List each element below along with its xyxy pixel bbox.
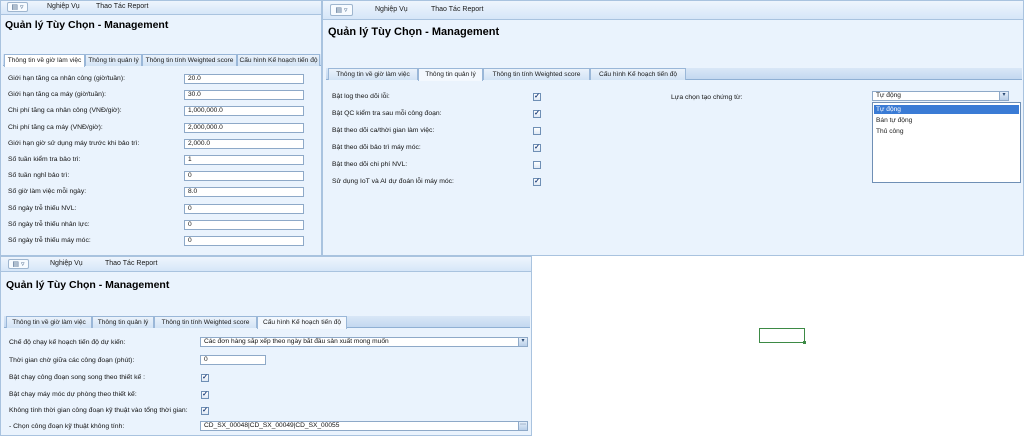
- field-input[interactable]: 2,000,000.0: [184, 122, 304, 133]
- menu-thao-tac-report[interactable]: Thao Tác Report: [431, 6, 483, 13]
- tab-management-info[interactable]: Thông tin quản lý: [85, 54, 142, 66]
- tab-working-hours[interactable]: Thông tin về giờ làm việc: [4, 54, 85, 67]
- field-label: Số ngày trễ thiếu nhân lực:: [8, 220, 90, 228]
- checkbox[interactable]: ✓: [533, 93, 541, 101]
- voucher-option[interactable]: Tự động: [874, 105, 1019, 114]
- schedule-mode-select[interactable]: Các đơn hàng sắp xếp theo ngày bắt đầu s…: [200, 337, 528, 347]
- check-label: Bật chạy công đoạn song song theo thiết …: [9, 374, 146, 381]
- tab-schedule-config[interactable]: Cấu hình Kế hoạch tiến độ: [257, 316, 347, 329]
- check-label: Bật log theo dõi lỗi:: [332, 93, 390, 100]
- checkbox[interactable]: [533, 127, 541, 135]
- voucher-option[interactable]: Thủ công: [874, 127, 1019, 136]
- tab-schedule-config[interactable]: Cấu hình Kế hoạch tiến độ: [590, 68, 686, 80]
- field-label: Số giờ làm việc mỗi ngày:: [8, 188, 87, 196]
- field-label: Số ngày trễ thiếu NVL:: [8, 204, 77, 212]
- schedule-mode-value: Các đơn hàng sắp xếp theo ngày bắt đầu s…: [204, 338, 389, 345]
- schedule-mode-label: Chế độ chạy kế hoạch tiến độ dự kiến:: [9, 339, 126, 346]
- app-menu-button[interactable]: ▤ ▿: [8, 259, 29, 269]
- field-input[interactable]: 2,000.0: [184, 138, 304, 149]
- check-label: Không tính thời gian công đoạn kỹ thuật …: [9, 407, 188, 414]
- checkbox[interactable]: ✓: [201, 407, 209, 415]
- fill-handle[interactable]: [803, 341, 806, 344]
- chevron-down-icon: ▿: [21, 261, 25, 268]
- tab-working-hours[interactable]: Thông tin về giờ làm việc: [6, 316, 92, 328]
- menu-nghiep-vu[interactable]: Nghiệp Vụ: [50, 260, 83, 267]
- page-title: Quản lý Tùy Chọn - Management: [328, 26, 500, 38]
- check-label: Bật theo dõi bảo trì máy móc:: [332, 144, 421, 151]
- selected-cell[interactable]: [759, 328, 806, 344]
- wait-time-label: Thời gian chờ giữa các công đoạn (phút):: [9, 357, 135, 364]
- field-input[interactable]: 1,000,000.0: [184, 106, 304, 117]
- field-label: Chi phí tăng ca nhân công (VNĐ/giờ):: [8, 107, 122, 115]
- check-label: Bật QC kiểm tra sau mỗi công đoạn:: [332, 110, 442, 117]
- tab-weighted-score[interactable]: Thông tin tính Weighted score: [154, 316, 257, 328]
- tab-weighted-score[interactable]: Thông tin tính Weighted score: [483, 68, 590, 80]
- checkbox[interactable]: ✓: [533, 110, 541, 118]
- field-input[interactable]: 0: [184, 236, 304, 246]
- dropdown-arrow-icon[interactable]: ▾: [518, 338, 527, 346]
- checkbox[interactable]: [533, 161, 541, 169]
- menu-bar: ▤ ▿ Nghiệp Vụ Thao Tác Report: [1, 257, 531, 272]
- chevron-down-icon: ▿: [344, 7, 348, 14]
- panel-working-hours: ▤ ▿ Nghiệp Vụ Thao Tác Report Quản lý Tùy…: [0, 0, 322, 256]
- page-title: Quản lý Tùy Chọn - Management: [5, 19, 169, 31]
- checkbox[interactable]: ✓: [201, 390, 209, 399]
- tab-strip: Thông tin về giờ làm việc Thông tin quản…: [326, 68, 1022, 81]
- menu-nghiep-vu[interactable]: Nghiệp Vụ: [375, 6, 408, 13]
- field-input[interactable]: 30.0: [184, 90, 304, 101]
- field-input[interactable]: 20.0: [184, 74, 304, 84]
- menu-bar: ▤ ▿ Nghiệp Vụ Thao Tác Report: [323, 1, 1023, 20]
- voucher-option[interactable]: Bán tự động: [874, 116, 1019, 125]
- check-label: Bật theo dõi chi phí NVL:: [332, 161, 408, 168]
- field-input[interactable]: 8.0: [184, 187, 304, 198]
- check-label: Sử dụng IoT và AI dự đoán lỗi máy móc:: [332, 178, 454, 185]
- field-input[interactable]: 0: [184, 203, 304, 214]
- tab-working-hours[interactable]: Thông tin về giờ làm việc: [328, 68, 418, 80]
- tab-management-info[interactable]: Thông tin quản lý: [92, 316, 154, 328]
- wait-time-input[interactable]: 0: [200, 355, 266, 365]
- field-input[interactable]: 1: [184, 155, 304, 165]
- panel-management-info: ▤ ▿ Nghiệp Vụ Thao Tác Report Quản lý Tùy…: [322, 0, 1024, 256]
- field-label: Giới hạn tăng ca máy (giờ/tuần):: [8, 91, 107, 99]
- tab-weighted-score[interactable]: Thông tin tính Weighted score: [142, 54, 237, 66]
- menu-bar: ▤ ▿ Nghiệp Vụ Thao Tác Report: [1, 1, 321, 15]
- tab-strip: Thông tin về giờ làm việc Thông tin quản…: [4, 316, 530, 329]
- page-title: Quản lý Tùy Chọn - Management: [6, 279, 170, 291]
- tech-steps-select[interactable]: CD_SX_00048|CD_SX_00049|CD_SX_00055 ⋯: [200, 421, 528, 431]
- check-label: Bật theo dõi ca/thời gian làm việc:: [332, 127, 435, 134]
- field-label: Chi phí tăng ca máy (VNĐ/giờ):: [8, 123, 103, 131]
- menu-thao-tac-report[interactable]: Thao Tác Report: [96, 3, 148, 10]
- ellipsis-icon[interactable]: ⋯: [518, 422, 527, 430]
- voucher-creation-select[interactable]: Tự động ▾: [872, 91, 1009, 101]
- tech-steps-label: - Chọn công đoạn kỹ thuật không tính:: [9, 423, 125, 430]
- tab-management-info[interactable]: Thông tin quản lý: [418, 68, 483, 81]
- app-menu-icon: ▤: [11, 4, 19, 11]
- app-menu-button[interactable]: ▤ ▿: [7, 2, 28, 12]
- menu-thao-tac-report[interactable]: Thao Tác Report: [105, 260, 157, 267]
- tab-schedule-config[interactable]: Cấu hình Kế hoạch tiến độ: [237, 54, 320, 66]
- voucher-creation-label: Lựa chọn tạo chứng từ:: [671, 94, 743, 101]
- voucher-creation-value: Tự động: [876, 92, 901, 99]
- tech-steps-value: CD_SX_00048|CD_SX_00049|CD_SX_00055: [204, 422, 340, 429]
- tab-strip: Thông tin về giờ làm việc Thông tin quản…: [3, 54, 321, 67]
- field-label: Số tuần kiểm tra bảo trì:: [8, 156, 81, 163]
- checkbox[interactable]: ✓: [201, 374, 209, 382]
- check-label: Bật chạy máy móc dự phòng theo thiết kế:: [9, 390, 137, 398]
- field-label: Giới hạn tăng ca nhân công (giờ/tuần):: [8, 75, 125, 82]
- field-input[interactable]: 0: [184, 171, 304, 182]
- menu-nghiep-vu[interactable]: Nghiệp Vụ: [47, 3, 80, 10]
- chevron-down-icon: ▿: [20, 4, 24, 11]
- app-menu-button[interactable]: ▤ ▿: [330, 4, 353, 16]
- app-menu-icon: ▤: [12, 261, 20, 268]
- checkbox[interactable]: ✓: [533, 144, 541, 152]
- checkbox[interactable]: ✓: [533, 178, 541, 186]
- field-label: Số tuần nghỉ bảo trì:: [8, 172, 70, 180]
- field-label: Giới hạn giờ sử dụng máy trước khi bảo t…: [8, 139, 140, 147]
- dropdown-arrow-icon[interactable]: ▾: [999, 92, 1008, 100]
- voucher-options-list: Tự động Bán tự động Thủ công: [872, 102, 1021, 183]
- panel-schedule-config: ▤ ▿ Nghiệp Vụ Thao Tác Report Quản lý Tùy…: [0, 256, 532, 436]
- app-menu-icon: ▤: [335, 7, 343, 14]
- field-input[interactable]: 0: [184, 219, 304, 230]
- field-label: Số ngày trễ thiếu máy móc:: [8, 237, 91, 244]
